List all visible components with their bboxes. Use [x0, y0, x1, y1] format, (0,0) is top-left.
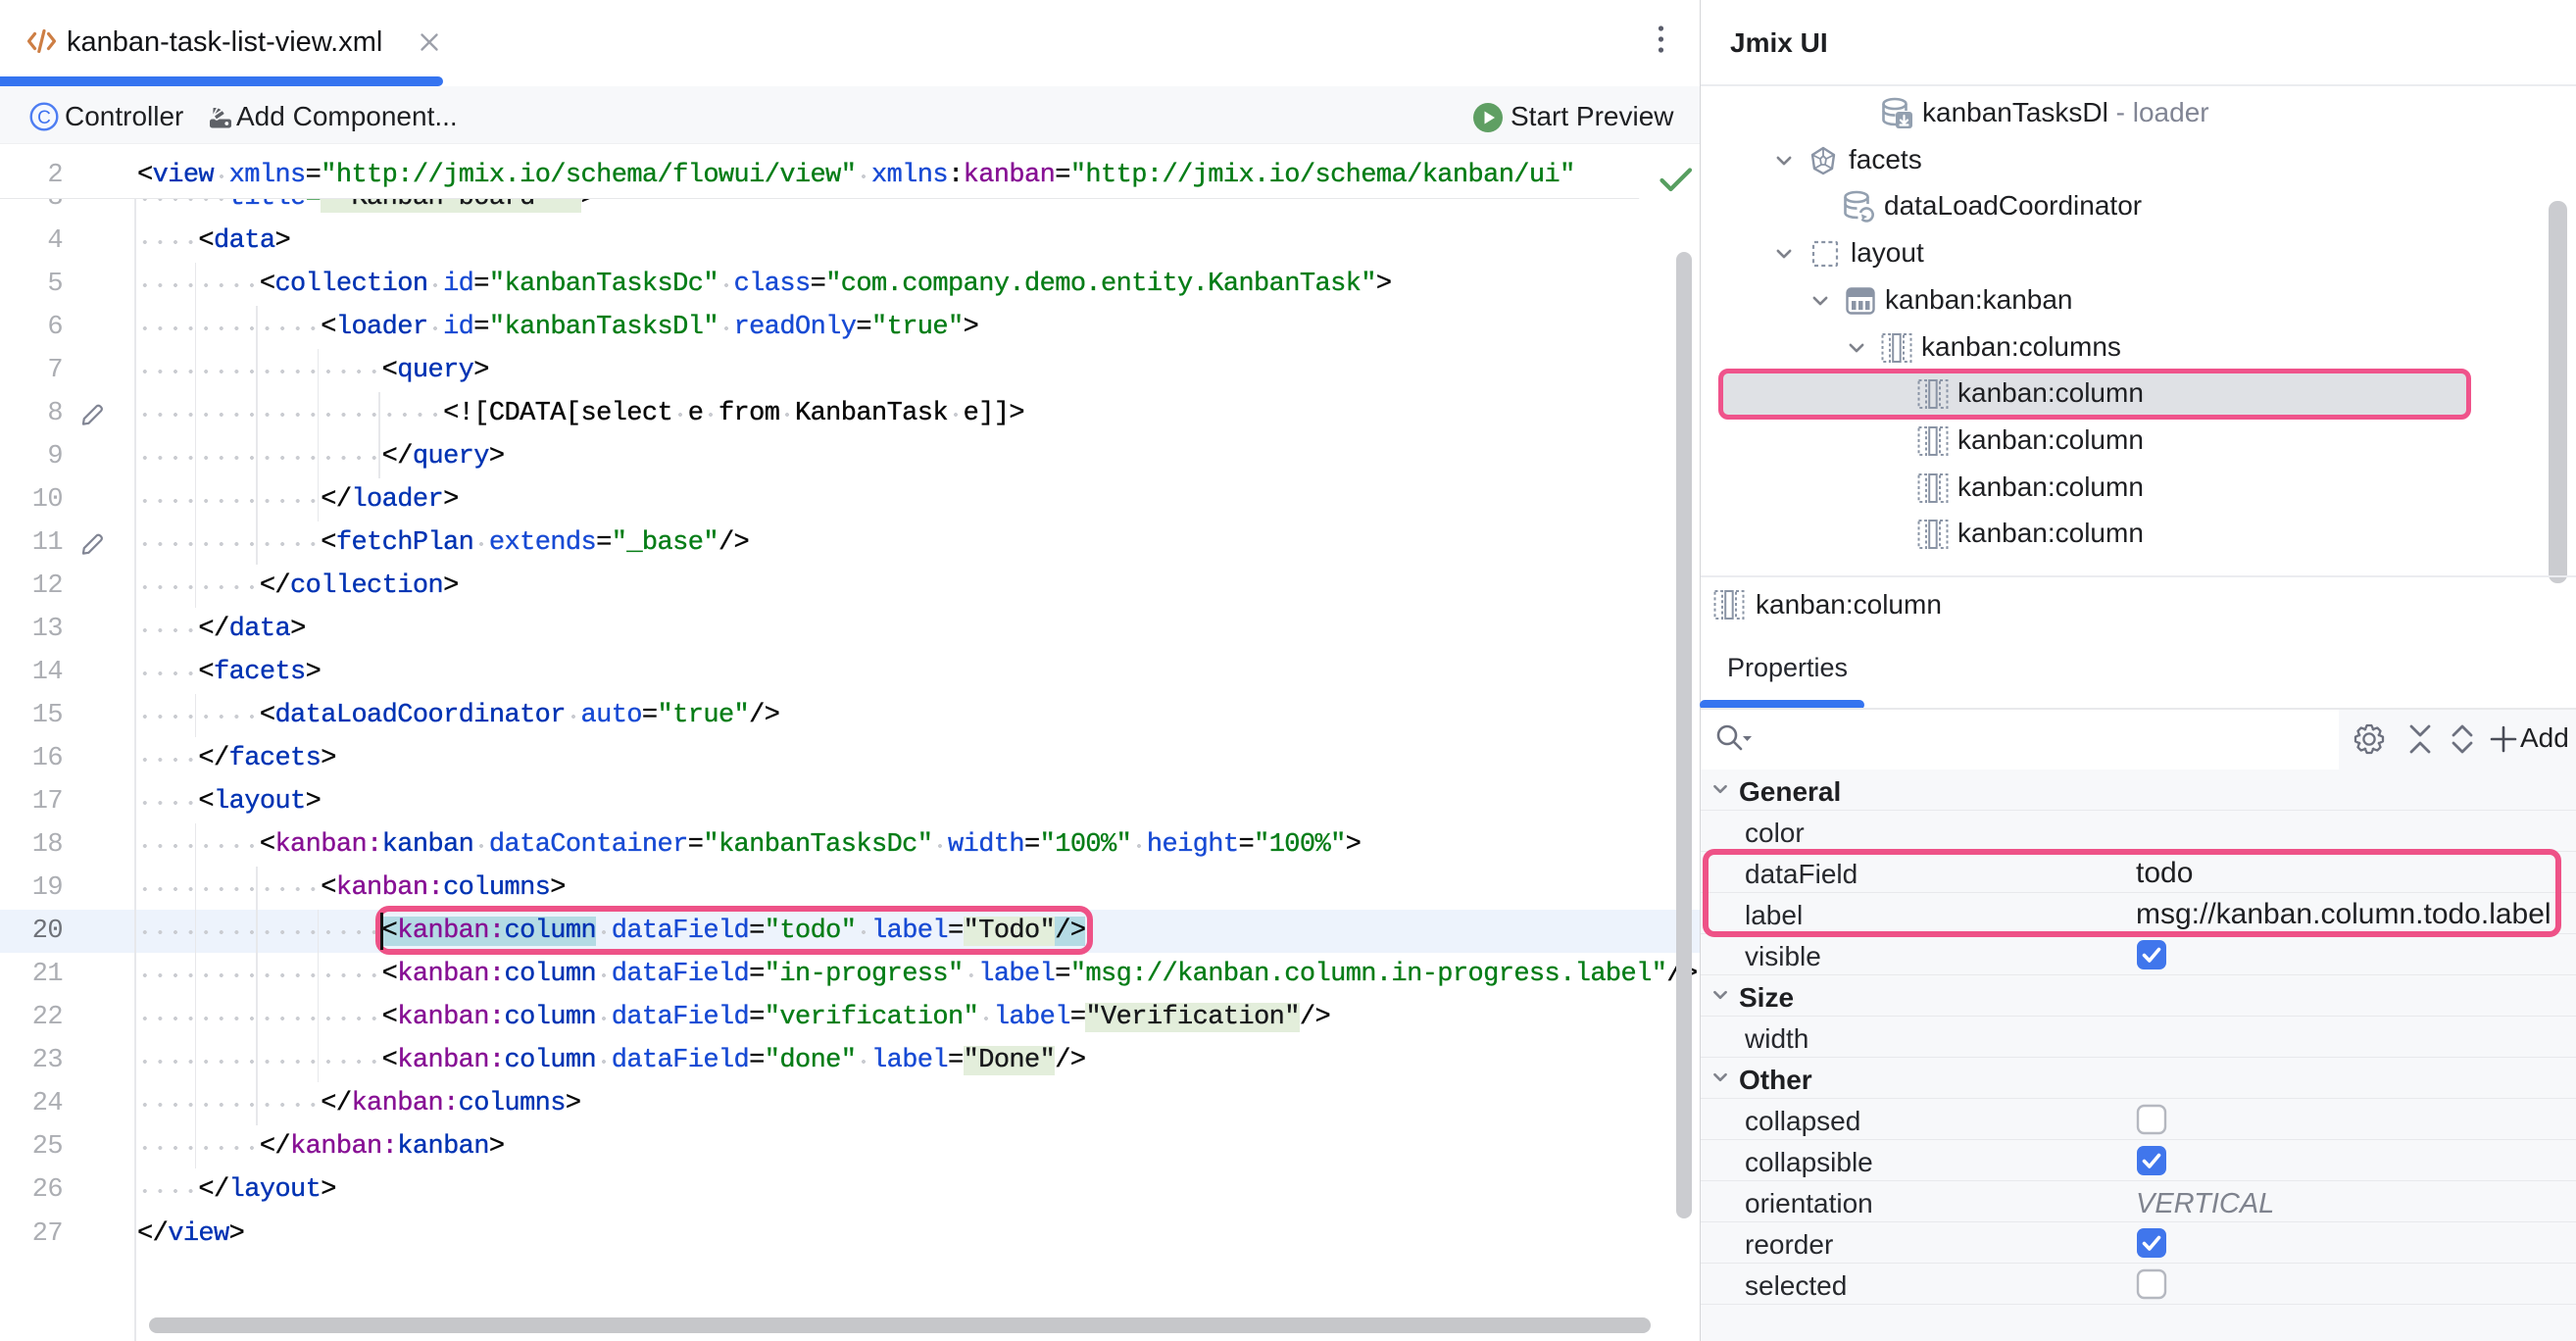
- svg-text:C: C: [37, 108, 51, 128]
